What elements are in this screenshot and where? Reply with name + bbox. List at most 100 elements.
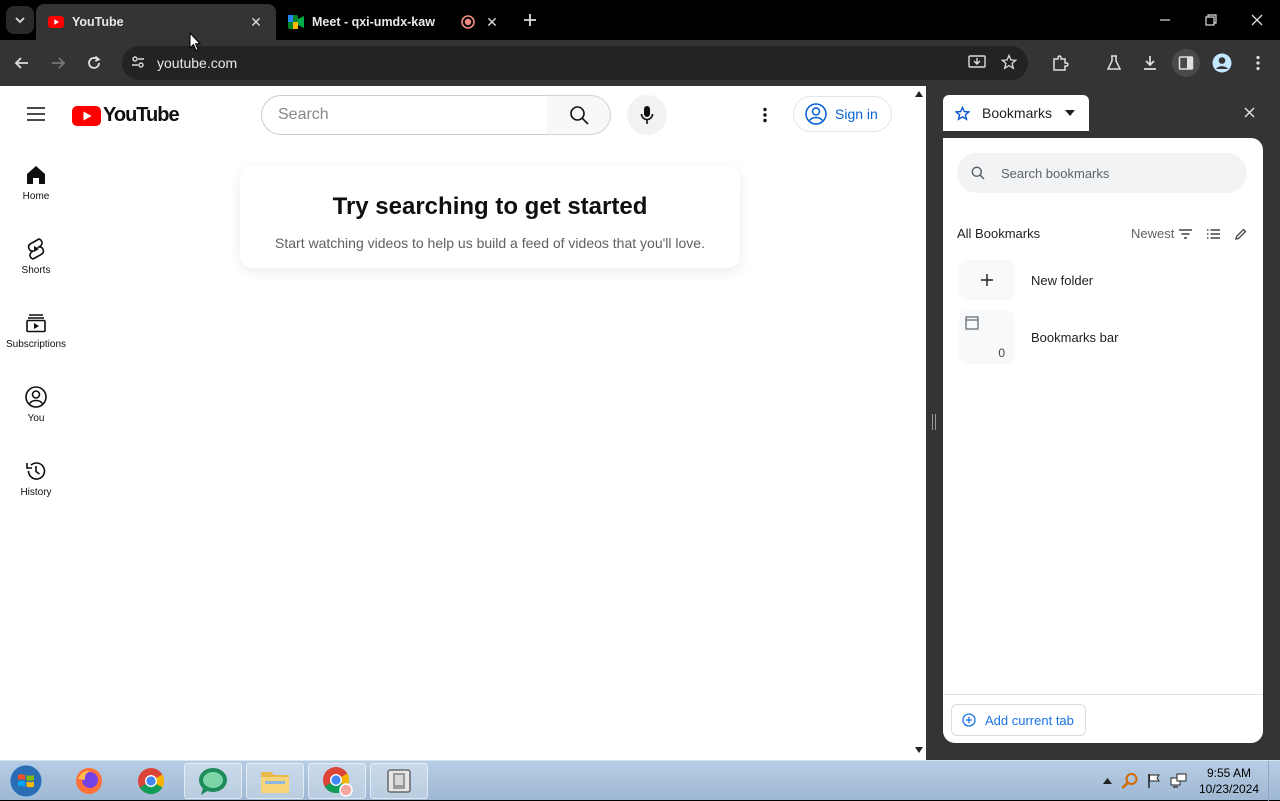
show-hidden-icons-button[interactable] <box>1098 773 1116 789</box>
taskbar-chrome-window[interactable] <box>308 763 366 799</box>
side-panel-selector[interactable]: Bookmarks <box>943 95 1089 131</box>
install-app-icon[interactable] <box>968 54 986 75</box>
sign-in-button[interactable]: Sign in <box>793 96 892 132</box>
forward-arrow-icon <box>52 57 66 69</box>
chrome-profile-icon <box>323 767 353 797</box>
nav-label: You <box>27 413 45 424</box>
nav-item-home[interactable]: Home <box>0 162 72 202</box>
tab-search-dropdown[interactable] <box>6 6 34 34</box>
forward-button[interactable] <box>44 49 72 77</box>
chrome-menu-button[interactable] <box>1244 49 1272 77</box>
taskbar-clock[interactable]: 9:55 AM 10/23/2024 <box>1196 765 1262 797</box>
search-icon <box>971 166 985 180</box>
youtube-favicon-icon <box>48 14 64 30</box>
sort-order-button[interactable]: Newest <box>1131 226 1174 241</box>
add-current-tab-button[interactable]: Add current tab <box>951 704 1086 736</box>
add-current-tab-label: Add current tab <box>985 712 1074 728</box>
scroll-up-icon[interactable] <box>915 91 923 97</box>
address-bar[interactable]: youtube.com <box>122 46 1028 80</box>
side-panel-button[interactable] <box>1172 49 1200 77</box>
tray-search-icon[interactable] <box>1121 773 1139 789</box>
nav-item-shorts[interactable]: Shorts <box>0 236 72 276</box>
edit-pencil-icon[interactable] <box>1231 224 1251 244</box>
empty-feed-title: Try searching to get started <box>332 193 648 220</box>
list-view-icon[interactable] <box>1203 224 1223 244</box>
chat-bubble-icon <box>199 768 227 795</box>
taskbar-chrome[interactable] <box>122 763 180 799</box>
close-side-panel-button[interactable] <box>1238 101 1260 123</box>
nav-label: Subscriptions <box>5 339 67 350</box>
side-panel-resize-handle[interactable] <box>926 86 942 760</box>
nav-label: Shorts <box>21 265 51 276</box>
downloads-button[interactable] <box>1136 49 1164 77</box>
bookmarks-side-panel: Bookmarks Search bookmarks All Bookmarks… <box>942 86 1280 760</box>
footer-divider <box>943 694 1263 695</box>
plus-icon <box>524 14 536 26</box>
web-page: YouTube Search Sign in Home Shorts Subsc… <box>0 86 926 760</box>
extensions-button[interactable] <box>1046 49 1074 77</box>
reload-button[interactable] <box>80 49 108 77</box>
youtube-search-input[interactable]: Search <box>261 95 548 135</box>
windows-start-icon <box>9 764 43 798</box>
tab-youtube[interactable]: YouTube ✕ <box>36 4 276 40</box>
url-text[interactable]: youtube.com <box>157 55 237 71</box>
chevron-up-icon <box>1102 778 1112 784</box>
folder-icon: 0 <box>959 310 1015 364</box>
new-folder-label: New folder <box>1031 272 1094 288</box>
sign-in-label: Sign in <box>835 106 878 122</box>
folder-icon <box>261 772 289 793</box>
empty-feed-subtitle: Start watching videos to help us build a… <box>275 235 705 251</box>
restore-button[interactable] <box>1198 8 1224 32</box>
page-scrollbar[interactable] <box>912 86 926 760</box>
bookmarks-search-input[interactable]: Search bookmarks <box>957 153 1247 193</box>
network-icon[interactable] <box>1170 773 1188 789</box>
close-icon <box>1243 106 1255 118</box>
taskbar-app-window[interactable] <box>370 763 428 799</box>
youtube-settings-button[interactable] <box>750 100 780 130</box>
new-tab-button[interactable] <box>517 8 543 32</box>
nav-label: Home <box>22 191 50 202</box>
taskbar-firefox[interactable] <box>60 763 118 799</box>
account-circle-icon <box>805 103 827 125</box>
start-button[interactable] <box>2 763 50 799</box>
bookmarks-search-placeholder: Search bookmarks <box>1001 165 1110 181</box>
profile-button[interactable] <box>1208 49 1236 77</box>
new-folder-button[interactable]: New folder <box>959 260 1249 300</box>
taskbar-file-explorer[interactable] <box>246 763 304 799</box>
bookmark-folder-row[interactable]: 0 Bookmarks bar <box>959 310 1249 364</box>
youtube-logo[interactable]: YouTube <box>72 104 180 127</box>
sort-label: Newest <box>1131 226 1175 241</box>
nav-item-history[interactable]: History <box>0 458 72 498</box>
nav-item-you[interactable]: You <box>0 384 72 424</box>
restore-icon <box>1205 14 1217 26</box>
voice-search-button[interactable] <box>627 95 667 135</box>
site-info-icon[interactable] <box>130 54 146 75</box>
nav-label: History <box>20 487 52 498</box>
sort-filter-icon[interactable] <box>1175 224 1195 244</box>
all-bookmarks-heading: All Bookmarks <box>957 226 1041 241</box>
close-tab-icon[interactable]: ✕ <box>248 14 264 30</box>
close-tab-icon[interactable]: ✕ <box>484 14 500 30</box>
side-panel-icon <box>1178 56 1194 70</box>
back-arrow-icon <box>14 57 28 69</box>
scroll-down-icon[interactable] <box>915 747 923 753</box>
close-icon <box>1251 14 1263 26</box>
youtube-search-button[interactable] <box>547 95 611 135</box>
meet-favicon-icon <box>288 14 304 30</box>
show-desktop-button[interactable] <box>1268 761 1280 801</box>
home-icon <box>0 162 72 188</box>
labs-button[interactable] <box>1100 49 1128 77</box>
close-window-button[interactable] <box>1244 8 1270 32</box>
tab-meet[interactable]: Meet - qxi-umdx-kaw ✕ <box>276 4 512 40</box>
guide-menu-button[interactable] <box>22 102 50 126</box>
action-center-flag-icon[interactable] <box>1145 773 1163 789</box>
nav-item-subscriptions[interactable]: Subscriptions <box>0 310 72 350</box>
bookmark-star-icon[interactable] <box>1000 53 1018 75</box>
subscriptions-icon <box>0 310 72 336</box>
youtube-logo-text: YouTube <box>103 104 180 126</box>
chevron-down-icon <box>15 17 25 24</box>
taskbar-chat-app[interactable] <box>184 763 242 799</box>
back-button[interactable] <box>8 49 36 77</box>
drag-handle-icon <box>932 414 936 430</box>
minimize-button[interactable] <box>1152 8 1178 32</box>
